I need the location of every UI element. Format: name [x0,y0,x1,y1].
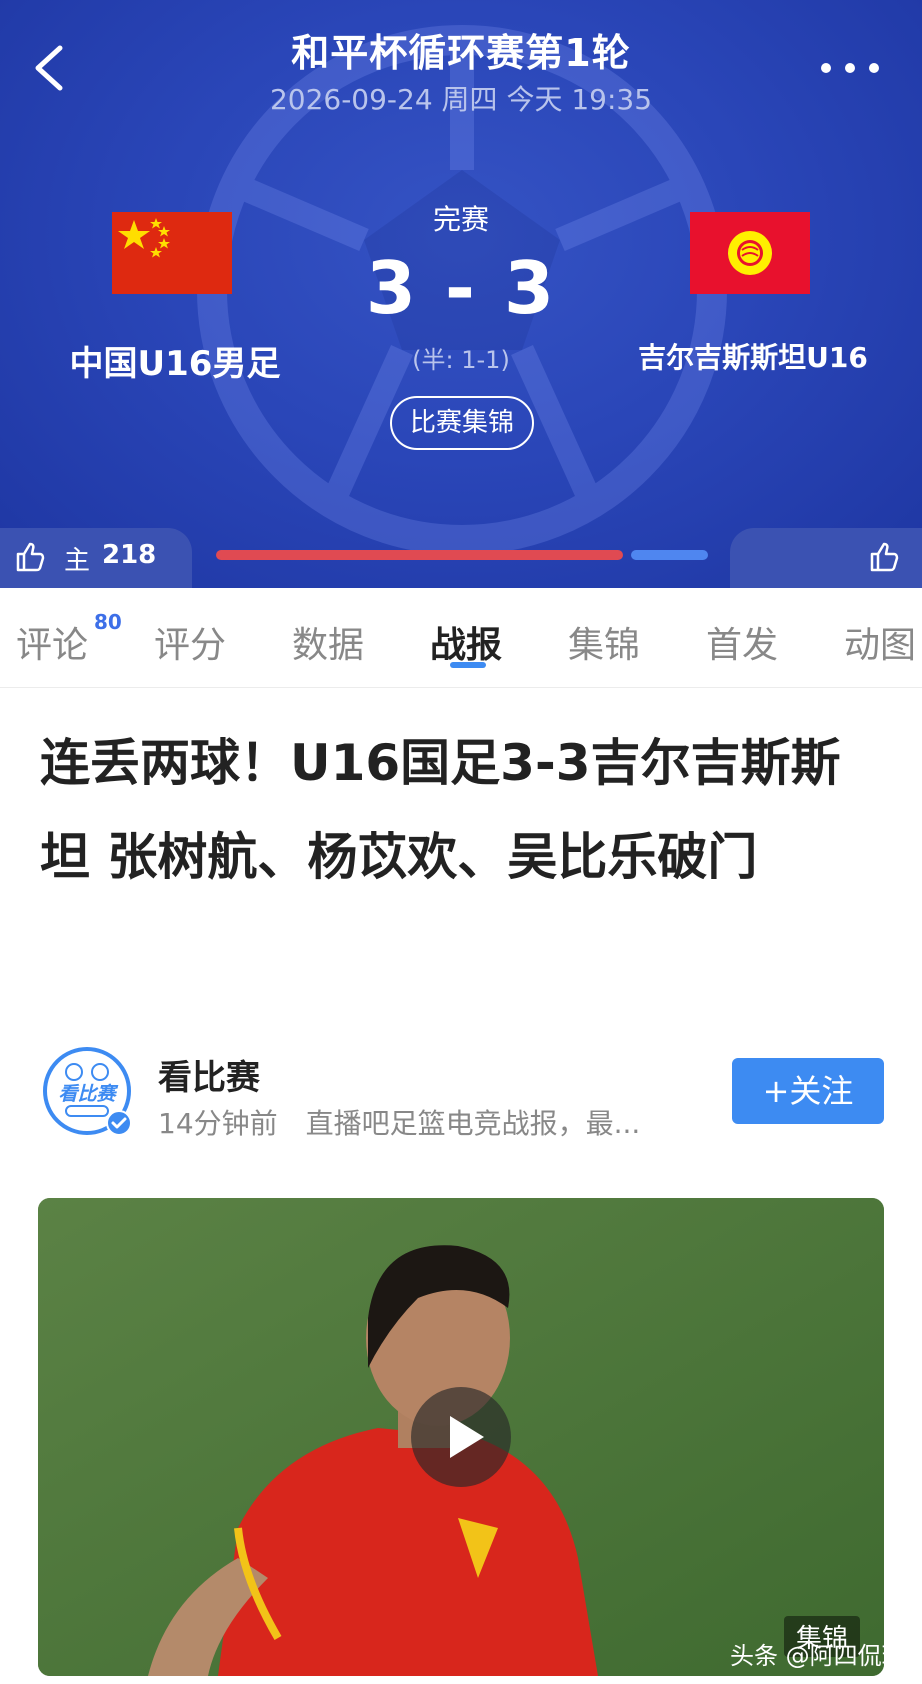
highlight-video[interactable]: 集锦 [38,1198,884,1676]
tab-comments[interactable]: 评论 80 [16,610,122,668]
tab-lineups[interactable]: 首发 [706,616,778,668]
tab-report[interactable]: 战报 [430,616,502,668]
match-tabs: 评论 80 评分 数据 战报 集锦 首发 动图 [0,588,922,688]
verified-check-icon [106,1110,132,1136]
source-watermark: 头条 @阿四侃球 [730,1642,906,1670]
author-meta: 14分钟前 直播吧足篮电竞战报，最... [158,1107,641,1140]
match-header: 和平杯循环赛第1轮 2026-09-24 周四 今天 19:35 中国U16男足… [0,0,922,588]
thumbs-up-icon[interactable] [868,540,902,574]
home-vote-count: 218 [102,540,157,570]
home-vote-progress [216,550,623,560]
away-support-pill[interactable] [730,528,922,588]
tab-highlights[interactable]: 集锦 [568,616,640,668]
home-support-pill[interactable]: 主 218 [0,528,192,588]
active-tab-indicator [450,662,486,668]
author-avatar[interactable]: 看比赛 [42,1046,132,1136]
match-title: 和平杯循环赛第1轮 [291,31,631,75]
thumbs-up-icon[interactable] [14,540,48,574]
tab-stats[interactable]: 数据 [292,616,364,668]
article-headline: 连丢两球！U16国足3-3吉尔吉斯斯坦 张树航、杨苡欢、吴比乐破门 [40,734,841,886]
highlights-button[interactable]: 比赛集锦 [390,396,534,450]
comment-count-badge: 80 [94,610,122,634]
play-icon[interactable] [410,1386,512,1488]
match-datetime: 2026-09-24 周四 今天 19:35 [269,83,653,116]
away-team-flag[interactable] [690,212,810,294]
tab-ratings[interactable]: 评分 [154,616,226,668]
kyrgyzstan-flag-icon [690,212,810,294]
tab-label: 评论 [16,625,89,666]
tab-gifs[interactable]: 动图 [844,616,916,668]
home-vote-label: 主 [64,546,91,576]
author-name[interactable]: 看比赛 [158,1050,260,1099]
away-team-name[interactable]: 吉尔吉斯斯坦U16 [638,336,868,376]
support-vote-bar: 主 218 [0,528,922,588]
follow-button[interactable]: +关注 [732,1058,884,1124]
avatar-text: 看比赛 [58,1083,116,1105]
away-vote-progress [631,550,708,560]
more-dots-icon[interactable] [818,48,888,88]
